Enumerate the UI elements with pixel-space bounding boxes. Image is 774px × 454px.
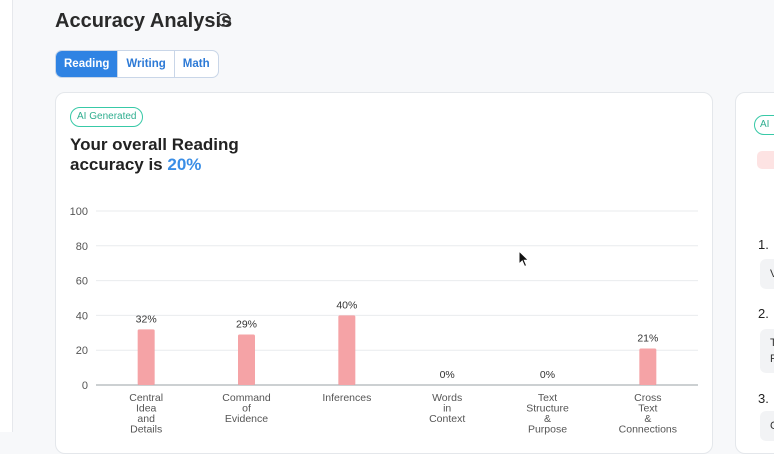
list-item-box[interactable]: T F — [760, 329, 774, 373]
tab-reading[interactable]: Reading — [56, 51, 119, 77]
list-item-text: F — [770, 353, 774, 365]
list-number: 2. — [758, 306, 769, 321]
reading-accuracy-card: AI Generated Your overall Reading accura… — [55, 92, 713, 454]
data-label: 0% — [540, 369, 555, 381]
data-label: 32% — [136, 313, 157, 325]
subject-tabs: Reading Writing Math — [55, 50, 219, 78]
recommendations-card: AI 1. V 2. T F 3. C — [735, 92, 774, 454]
list-number: 3. — [758, 391, 769, 406]
list-item-text: T — [770, 337, 774, 349]
list-item-box[interactable]: C — [760, 411, 774, 441]
status-pill — [757, 151, 774, 169]
page-title: Accuracy Analysis — [55, 10, 233, 32]
x-tick-label: Connections — [619, 424, 677, 436]
x-tick-label: Inferences — [322, 392, 371, 404]
bar — [238, 334, 255, 385]
bar — [639, 348, 657, 385]
data-label: 21% — [637, 332, 658, 344]
x-tick-label: Evidence — [225, 413, 268, 425]
y-tick-label: 0 — [82, 380, 88, 392]
list-item-box[interactable]: V — [760, 259, 774, 289]
left-sidebar-edge — [0, 0, 13, 432]
x-tick-label: Purpose — [528, 424, 567, 436]
info-icon[interactable] — [217, 13, 231, 27]
y-tick-label: 40 — [76, 310, 88, 322]
data-label: 40% — [336, 299, 357, 311]
bar — [137, 329, 155, 385]
list-number: 1. — [758, 237, 769, 252]
y-tick-label: 20 — [76, 345, 88, 357]
tab-math[interactable]: Math — [175, 51, 218, 77]
ai-generated-badge-secondary: AI — [754, 115, 774, 135]
y-tick-label: 60 — [76, 276, 88, 288]
y-tick-label: 100 — [70, 206, 88, 218]
bar — [338, 315, 356, 385]
y-tick-label: 80 — [76, 241, 88, 253]
mouse-cursor-icon — [518, 250, 530, 268]
data-label: 0% — [440, 369, 455, 381]
tab-writing[interactable]: Writing — [118, 51, 175, 77]
data-label: 29% — [236, 319, 257, 331]
x-tick-label: Context — [429, 413, 465, 425]
x-tick-label: Details — [130, 424, 162, 436]
accuracy-bar-chart: 02040608010032%CentralIdeaandDetails29%C… — [70, 206, 698, 436]
